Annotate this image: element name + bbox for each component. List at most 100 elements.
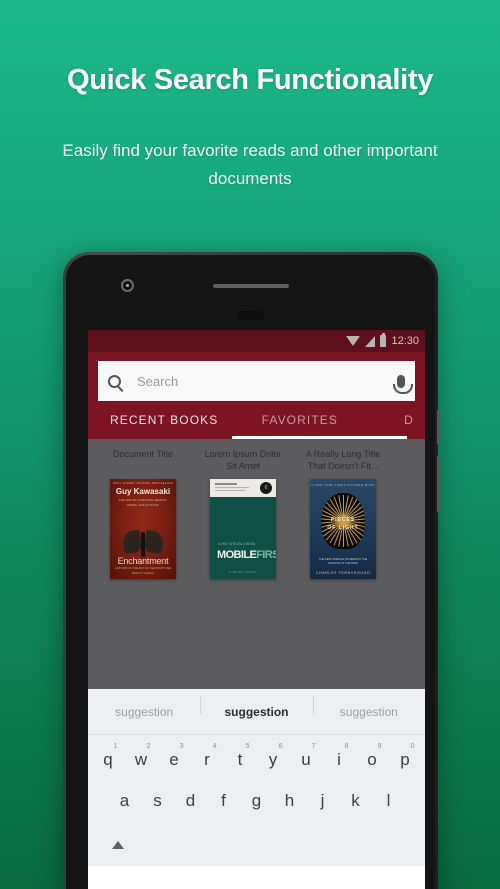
tab-bar: RECENT BOOKS FAVORITES D	[98, 401, 415, 439]
key-f[interactable]: f	[208, 783, 239, 819]
status-bar: 12:30	[88, 330, 425, 352]
key-number-label: 1	[113, 743, 118, 750]
backspace-key[interactable]	[373, 824, 417, 860]
app-toolbar: Search RECENT BOOKS FAVORITES D	[88, 352, 425, 439]
phone-bezel: 12:30 Search RECENT BOOKS FAVORITES D Do…	[66, 255, 435, 889]
key-number-label: 2	[146, 743, 151, 750]
power-button[interactable]	[437, 456, 440, 512]
key-s[interactable]: s	[142, 783, 173, 819]
book-list: Document Title WALL STREET JOURNAL BESTS…	[88, 439, 425, 579]
key-letter-label: o	[367, 750, 377, 769]
cover-title-word-1: MOBILE	[217, 549, 257, 561]
key-letter-label: y	[268, 750, 278, 769]
key-k[interactable]: k	[340, 783, 371, 819]
suggestion-item-2[interactable]: suggestion	[200, 695, 312, 719]
book-cover-pieces-of-light[interactable]: A NEW YORK TIMES NOTABLE BOOK PIECES OF …	[310, 479, 376, 579]
battery-icon	[380, 333, 387, 347]
key-letter-label: u	[301, 750, 311, 769]
key-d[interactable]: d	[175, 783, 206, 819]
key-c[interactable]	[208, 824, 239, 860]
key-y[interactable]: 6y	[258, 742, 289, 778]
search-icon	[108, 374, 121, 388]
wifi-icon	[346, 336, 361, 346]
book-title: A Really Long Title That Doesn't Fit...	[305, 449, 381, 471]
key-r[interactable]: 4r	[192, 742, 223, 778]
cover-top-line: A NEW YORK TIMES NOTABLE BOOK	[311, 483, 375, 487]
suggestion-item-3[interactable]: suggestion	[312, 695, 425, 719]
microphone-icon[interactable]	[393, 374, 413, 394]
key-g[interactable]: g	[241, 783, 272, 819]
key-m[interactable]	[340, 824, 371, 860]
suggestion-strip: suggestion suggestion suggestion	[88, 689, 425, 735]
list-item[interactable]: Lorem Ipsum Dolor Sit Amet 6 LUKE WROBLE…	[202, 449, 284, 579]
key-l[interactable]: l	[373, 783, 404, 819]
cover-title: Enchantment	[117, 556, 169, 566]
suggestion-item-1[interactable]: suggestion	[88, 705, 200, 719]
status-icon-group: 12:30	[346, 330, 419, 352]
cover-title-line-1: PIECES	[330, 517, 356, 523]
cover-top-line: WALL STREET JOURNAL BESTSELLER	[113, 482, 173, 485]
search-input[interactable]: Search	[121, 374, 397, 389]
key-letter-label: t	[237, 750, 243, 769]
front-camera-icon	[121, 279, 134, 292]
key-letter-label: d	[185, 791, 196, 810]
key-z[interactable]	[142, 824, 173, 860]
shift-key[interactable]	[96, 824, 140, 860]
tab-recent-books[interactable]: RECENT BOOKS	[110, 413, 262, 427]
key-letter-label: w	[134, 750, 148, 769]
key-x[interactable]	[175, 824, 206, 860]
cover-title-word-2: FIRST	[256, 549, 276, 561]
cover-publisher: A BOOK APART	[229, 570, 257, 574]
content-area: Document Title WALL STREET JOURNAL BESTS…	[88, 439, 425, 689]
keyboard-row-2: a s dfgh jkl	[88, 783, 425, 819]
key-number-label: 8	[344, 743, 349, 750]
key-o[interactable]: 9o	[357, 742, 388, 778]
key-letter-label: r	[204, 750, 210, 769]
on-screen-keyboard: 1q2w3e4r5t6y7u8i9o0p asdfghjkl	[88, 735, 425, 866]
phone-screen: 12:30 Search RECENT BOOKS FAVORITES D Do…	[88, 330, 425, 889]
page-title: Quick Search Functionality	[66, 64, 434, 96]
key-number-label: 5	[245, 743, 250, 750]
status-clock: 12:30	[391, 335, 419, 347]
cover-badge: 6	[260, 482, 272, 494]
key-i[interactable]: 8i	[324, 742, 355, 778]
search-bar[interactable]: Search	[98, 361, 415, 401]
cover-author: Guy Kawasaki	[115, 487, 171, 496]
key-letter-label: j	[320, 791, 325, 810]
key-j[interactable]: j	[307, 783, 338, 819]
key-letter-label: h	[284, 791, 295, 810]
key-number-label: 3	[179, 743, 184, 750]
tab-favorites[interactable]: FAVORITES	[262, 413, 405, 427]
key-e[interactable]: 3e	[159, 742, 190, 778]
key-number-label: 6	[278, 743, 283, 750]
key-w[interactable]: 2w	[126, 742, 157, 778]
list-item[interactable]: A Really Long Title That Doesn't Fit... …	[302, 449, 384, 579]
key-letter-label: e	[169, 750, 179, 769]
key-number-label: 7	[311, 743, 316, 750]
tab-documents[interactable]: D	[404, 413, 415, 427]
key-number-label: 4	[212, 743, 217, 750]
list-item[interactable]: Document Title WALL STREET JOURNAL BESTS…	[102, 449, 184, 579]
key-letter-label: q	[103, 750, 113, 769]
key-h[interactable]: h	[274, 783, 305, 819]
key-q[interactable]: 1q	[93, 742, 124, 778]
book-cover-enchantment[interactable]: WALL STREET JOURNAL BESTSELLER Guy Kawas…	[110, 479, 176, 579]
key-u[interactable]: 7u	[291, 742, 322, 778]
keyboard-row-1: 1q2w3e4r5t6y7u8i9o0p	[88, 742, 425, 778]
key-v[interactable]	[241, 824, 272, 860]
book-cover-mobile-first[interactable]: 6 LUKE WROBLEWSKI MOBILEFIRST A BOOK APA…	[210, 479, 276, 579]
shift-icon	[112, 824, 124, 849]
moth-illustration-icon	[121, 529, 165, 557]
page-subtitle: Easily find your favorite reads and othe…	[62, 141, 438, 188]
key-p[interactable]: 0p	[390, 742, 421, 778]
volume-button[interactable]	[437, 410, 440, 444]
cover-author: LUKE WROBLEWSKI	[218, 542, 256, 546]
key-n[interactable]	[307, 824, 338, 860]
book-title: Lorem Ipsum Dolor Sit Amet	[204, 449, 282, 471]
key-letter-label: s	[153, 791, 162, 810]
key-t[interactable]: 5t	[225, 742, 256, 778]
key-b[interactable]	[274, 824, 305, 860]
key-letter-label: a	[119, 791, 130, 810]
key-a[interactable]: a	[109, 783, 140, 819]
cover-title-line-2: OF LIGHT	[327, 525, 359, 531]
